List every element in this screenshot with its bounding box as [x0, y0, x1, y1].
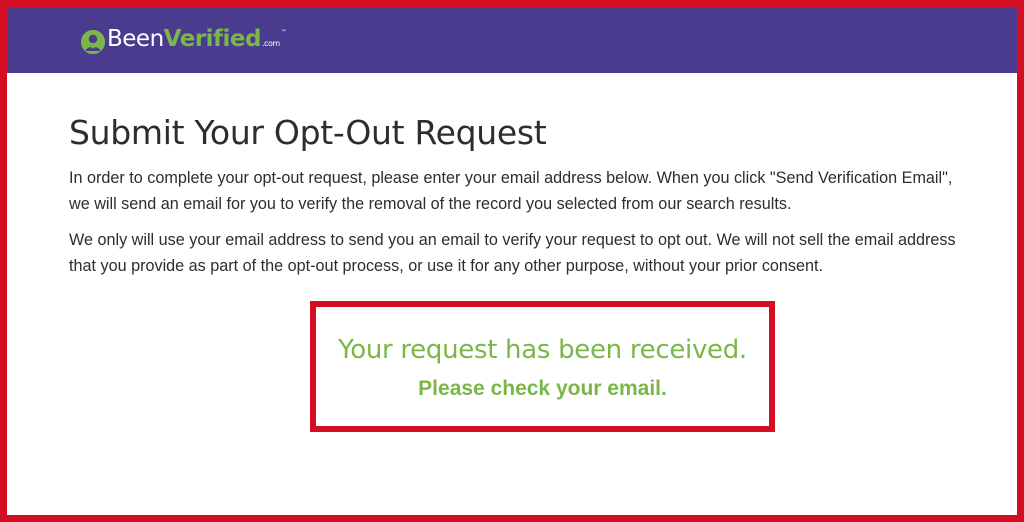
screenshot-frame: Been Verified .com ™ Submit Your Opt-Out Re… — [0, 0, 1024, 522]
logo-word-been: Been — [107, 26, 164, 52]
confirmation-headline: Your request has been received. — [338, 335, 747, 365]
main-content: Submit Your Opt-Out Request In order to … — [69, 111, 1009, 279]
page-title: Submit Your Opt-Out Request — [69, 113, 547, 152]
logo-wordmark: Been Verified .com ™ — [107, 24, 287, 60]
logo-trademark: ™ — [280, 29, 287, 36]
instructions-line-2: we will send an email for you to verify … — [69, 195, 792, 213]
instructions-line-1: In order to complete your opt-out reques… — [69, 169, 953, 187]
logo-word-verified: Verified — [163, 26, 262, 52]
confirmation-subline: Please check your email. — [418, 377, 667, 400]
site-header: Been Verified .com ™ — [7, 7, 1017, 73]
beenverified-logo[interactable]: Been Verified .com ™ — [81, 24, 287, 60]
instructions-paragraph: In order to complete your opt-out reques… — [69, 165, 1009, 217]
privacy-line-1: We only will use your email address to s… — [69, 231, 956, 249]
privacy-paragraph: We only will use your email address to s… — [69, 227, 1009, 279]
confirmation-notice: Your request has been received. Please c… — [310, 301, 775, 432]
logo-domain-suffix: .com — [262, 39, 280, 48]
privacy-line-2: that you provide as part of the opt-out … — [69, 257, 824, 275]
person-icon — [81, 30, 105, 54]
